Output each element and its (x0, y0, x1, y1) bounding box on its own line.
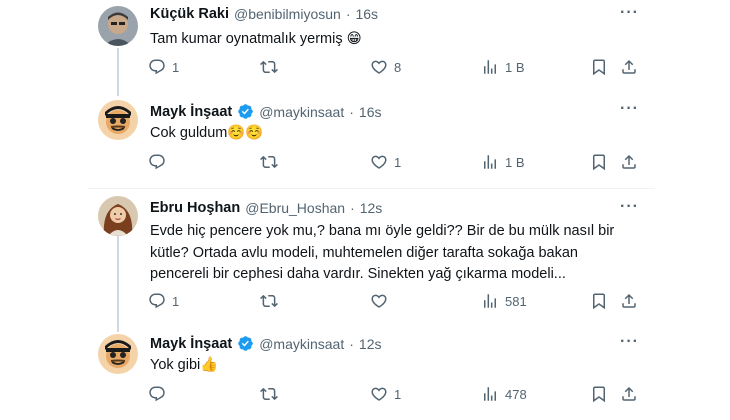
bookmark-button[interactable] (590, 385, 608, 403)
verified-badge-icon (238, 104, 253, 119)
heart-icon (371, 60, 387, 74)
tweet-actions: 1 478 (148, 385, 643, 407)
tweet[interactable]: Ebru Hoşhan @Ebru_Hoshan · 12s ··· Evde … (0, 189, 730, 327)
like-button[interactable]: 8 (370, 58, 401, 76)
reply-icon (149, 386, 165, 402)
bookmark-icon (593, 293, 605, 310)
more-icon[interactable]: ··· (620, 333, 639, 351)
views-count: 1 B (505, 59, 525, 75)
share-icon (622, 293, 636, 308)
tweet-text: Yok gibi👍 (150, 357, 219, 373)
user-handle[interactable]: @maykinsaat (259, 104, 344, 120)
bookmark-icon (593, 386, 605, 403)
views-count: 581 (505, 293, 527, 309)
reply-count: 1 (172, 293, 180, 309)
share-button[interactable] (620, 292, 638, 310)
reply-button[interactable] (148, 153, 172, 171)
retweet-button[interactable] (260, 292, 284, 310)
views-icon (484, 294, 496, 308)
more-icon[interactable]: ··· (620, 4, 639, 22)
views-button[interactable]: 1 B (481, 153, 525, 171)
tweet-text: Cok guldum☺️☺️ (150, 125, 264, 141)
bookmark-button[interactable] (590, 153, 608, 171)
views-icon (484, 155, 496, 169)
reply-button[interactable]: 1 (148, 292, 179, 310)
bookmark-button[interactable] (590, 292, 608, 310)
tweet-header: Küçük Raki @benibilmiyosun · 16s (150, 6, 378, 22)
reply-icon (149, 293, 165, 309)
like-button[interactable]: 1 (370, 153, 401, 171)
share-button[interactable] (620, 385, 638, 403)
like-count: 8 (394, 59, 402, 75)
tweet-header: Mayk İnşaat @maykinsaat · 16s (150, 103, 382, 120)
display-name[interactable]: Küçük Raki (150, 6, 229, 22)
separator: · (349, 335, 354, 352)
avatar[interactable] (98, 334, 138, 374)
views-icon (484, 387, 496, 401)
retweet-button[interactable] (260, 385, 284, 403)
tweet-header: Ebru Hoşhan @Ebru_Hoshan · 12s (150, 200, 382, 216)
reply-icon (149, 154, 165, 170)
reply-icon (149, 59, 165, 75)
heart-icon (371, 155, 387, 169)
views-count: 478 (505, 386, 527, 402)
reply-button[interactable]: 1 (148, 58, 179, 76)
like-count: 1 (394, 154, 402, 170)
display-name[interactable]: Mayk İnşaat (150, 104, 232, 120)
tweet[interactable]: Küçük Raki @benibilmiyosun · 16s ··· Tam… (0, 0, 730, 96)
more-icon[interactable]: ··· (620, 198, 639, 216)
tweet-actions: 1 8 1 B (148, 58, 643, 80)
retweet-icon (260, 387, 278, 401)
display-name[interactable]: Ebru Hoşhan (150, 200, 240, 216)
avatar[interactable] (98, 100, 138, 140)
like-button[interactable] (370, 292, 394, 310)
timestamp[interactable]: 12s (360, 200, 383, 216)
separator: · (345, 6, 351, 22)
timestamp[interactable]: 12s (359, 336, 382, 352)
tweet-header: Mayk İnşaat @maykinsaat · 12s (150, 335, 382, 352)
tweet-text: Evde hiç pencere yok mu,? bana mı öyle g… (150, 223, 615, 282)
avatar[interactable] (98, 196, 138, 236)
views-count: 1 B (505, 154, 525, 170)
heart-icon (371, 387, 387, 401)
user-handle[interactable]: @Ebru_Hoshan (245, 200, 345, 216)
share-icon (622, 59, 636, 74)
separator: · (349, 103, 354, 120)
tweet[interactable]: Mayk İnşaat @maykinsaat · 16s ··· Cok gu… (0, 96, 730, 188)
separator: · (350, 200, 355, 216)
bookmark-icon (593, 59, 605, 76)
retweet-button[interactable] (260, 58, 284, 76)
views-button[interactable]: 581 (481, 292, 527, 310)
views-button[interactable]: 1 B (481, 58, 525, 76)
display-name[interactable]: Mayk İnşaat (150, 336, 232, 352)
verified-badge-icon (238, 336, 253, 351)
reply-count: 1 (172, 59, 180, 75)
more-icon[interactable]: ··· (620, 100, 639, 118)
share-icon (622, 386, 636, 401)
share-icon (622, 154, 636, 169)
like-button[interactable]: 1 (370, 385, 401, 403)
retweet-icon (260, 155, 278, 169)
user-handle[interactable]: @maykinsaat (259, 336, 344, 352)
tweet-actions: 1 581 (148, 292, 643, 314)
heart-icon (371, 294, 387, 308)
timestamp[interactable]: 16s (355, 6, 378, 22)
reply-button[interactable] (148, 385, 172, 403)
retweet-icon (260, 60, 278, 74)
bookmark-icon (593, 154, 605, 171)
retweet-button[interactable] (260, 153, 284, 171)
tweet[interactable]: Mayk İnşaat @maykinsaat · 12s ··· Yok gi… (0, 329, 730, 420)
views-button[interactable]: 478 (481, 385, 527, 403)
user-handle[interactable]: @benibilmiyosun (234, 6, 341, 22)
like-count: 1 (394, 386, 402, 402)
avatar[interactable] (98, 6, 138, 46)
bookmark-button[interactable] (590, 58, 608, 76)
timestamp[interactable]: 16s (359, 104, 382, 120)
retweet-icon (260, 294, 278, 308)
share-button[interactable] (620, 58, 638, 76)
tweet-text: Tam kumar oynatmalık yermiş 😁 (150, 31, 362, 47)
tweet-actions: 1 1 B (148, 153, 643, 175)
views-icon (484, 60, 496, 74)
share-button[interactable] (620, 153, 638, 171)
